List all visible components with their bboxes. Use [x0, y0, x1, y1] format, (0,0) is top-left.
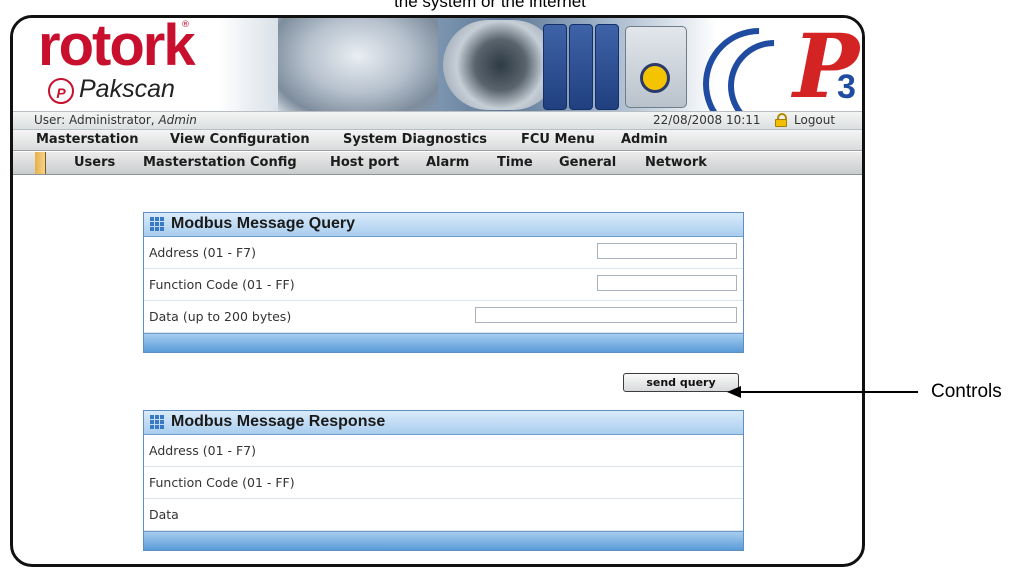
modbus-response-panel: Modbus Message Response Address (01 - F7… — [143, 410, 744, 551]
submenu-host-port[interactable]: Host port — [330, 155, 399, 170]
datetime: 22/08/2008 10:11 — [653, 113, 761, 127]
top-caption: the system or the internet — [394, 0, 586, 11]
function-code-label: Function Code (01 - FF) — [149, 277, 295, 292]
grid-icon — [150, 217, 164, 231]
response-row-data: Data — [144, 499, 743, 531]
callout-label: Controls — [931, 381, 1002, 402]
function-code-input[interactable] — [597, 275, 737, 291]
submenu-general[interactable]: General — [559, 155, 616, 170]
response-row-address: Address (01 - F7) — [144, 435, 743, 467]
module-image — [569, 24, 593, 110]
query-row-function-code: Function Code (01 - FF) — [144, 269, 743, 301]
address-input[interactable] — [597, 243, 737, 259]
panel-header: Modbus Message Query — [144, 213, 743, 237]
panel-footer — [144, 333, 743, 352]
masterstation-image — [625, 26, 687, 108]
actuator-display-image — [443, 20, 558, 110]
menu-fcu-menu[interactable]: FCU Menu — [521, 132, 595, 147]
panel-header: Modbus Message Response — [144, 411, 743, 435]
admin-submenu: Users Masterstation Config Host port Ala… — [13, 152, 862, 175]
user-role: Admin — [158, 113, 197, 127]
module-image — [595, 24, 619, 110]
p3-logo-sub: 3 — [837, 68, 856, 106]
arrow-left-icon — [727, 386, 741, 398]
data-label: Data — [149, 507, 179, 522]
grid-icon — [150, 415, 164, 429]
menu-admin[interactable]: Admin — [621, 132, 668, 147]
current-user: User: Administrator, Admin — [34, 113, 197, 127]
rotork-logo: rotork — [38, 18, 196, 78]
user-prefix: User: Administrator, — [34, 113, 159, 127]
callout-line — [740, 391, 918, 393]
submenu-alarm[interactable]: Alarm — [426, 155, 469, 170]
address-label: Address (01 - F7) — [149, 245, 257, 260]
pakscan-badge-icon: P — [48, 78, 74, 104]
menu-system-diagnostics[interactable]: System Diagnostics — [343, 132, 487, 147]
data-input[interactable] — [475, 307, 737, 323]
query-row-data: Data (up to 200 bytes) — [144, 301, 743, 333]
dial-icon — [640, 63, 670, 93]
header-banner: P 3 rotork ® P Pakscan — [13, 18, 862, 113]
panel-title: Modbus Message Query — [171, 215, 356, 232]
data-label: Data (up to 200 bytes) — [149, 309, 292, 324]
browser-frame: P 3 rotork ® P Pakscan User: Administrat… — [10, 15, 865, 567]
lock-icon — [775, 113, 787, 127]
submenu-accent — [35, 152, 46, 174]
actuator-image — [278, 18, 438, 113]
function-code-label: Function Code (01 - FF) — [149, 475, 295, 490]
module-image — [543, 24, 567, 110]
pakscan-logo: Pakscan — [79, 75, 175, 103]
modbus-query-panel: Modbus Message Query Address (01 - F7) F… — [143, 212, 744, 353]
panel-footer — [144, 531, 743, 550]
registered-mark-icon: ® — [181, 20, 190, 30]
menu-view-configuration[interactable]: View Configuration — [170, 132, 310, 147]
send-query-button[interactable]: send query — [623, 373, 739, 392]
logout-link[interactable]: Logout — [794, 113, 835, 127]
query-row-address: Address (01 - F7) — [144, 237, 743, 269]
menu-masterstation[interactable]: Masterstation — [36, 132, 138, 147]
submenu-network[interactable]: Network — [645, 155, 707, 170]
response-row-function-code: Function Code (01 - FF) — [144, 467, 743, 499]
submenu-masterstation-config[interactable]: Masterstation Config — [143, 155, 297, 170]
submenu-time[interactable]: Time — [497, 155, 533, 170]
submenu-users[interactable]: Users — [74, 155, 115, 170]
main-menu: Masterstation View Configuration System … — [13, 130, 862, 151]
address-label: Address (01 - F7) — [149, 443, 257, 458]
status-bar: User: Administrator, Admin 22/08/2008 10… — [13, 111, 862, 130]
panel-title: Modbus Message Response — [171, 413, 386, 430]
